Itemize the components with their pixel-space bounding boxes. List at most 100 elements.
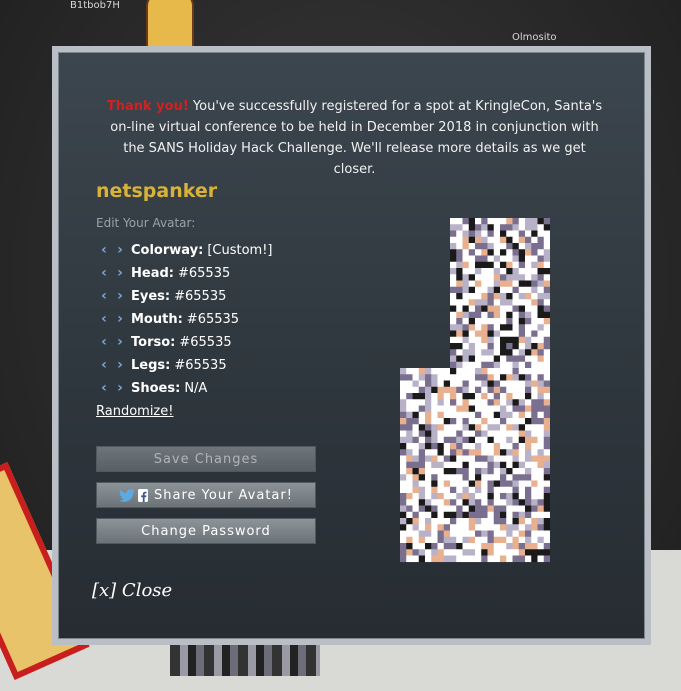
avatar-pixel (468, 505, 476, 513)
avatar-pixel (450, 418, 457, 425)
chevron-right-icon[interactable]: › (112, 265, 128, 281)
avatar-pixel (487, 543, 495, 550)
avatar-pixel (431, 499, 438, 506)
avatar-pixel (531, 511, 538, 519)
avatar-pixel (406, 555, 413, 563)
avatar-pixel (487, 405, 495, 413)
avatar-pixel (481, 280, 488, 288)
avatar-pixel (437, 543, 445, 550)
close-button[interactable]: [x] Close (92, 580, 172, 601)
avatar-pixel (518, 543, 526, 550)
chevron-left-icon[interactable]: ‹ (96, 334, 112, 350)
avatar-pixel (443, 411, 451, 419)
avatar-pixel (475, 461, 482, 469)
avatar-pixel (406, 474, 413, 481)
chevron-left-icon[interactable]: ‹ (96, 380, 112, 396)
avatar-pixel (506, 430, 513, 438)
avatar-pixel (543, 518, 550, 525)
avatar-pixel (512, 499, 520, 506)
avatar-pixel (450, 455, 457, 463)
avatar-pixel (531, 343, 538, 350)
avatar-pixel (400, 430, 407, 438)
avatar-pixel (506, 405, 513, 413)
avatar-pixel (468, 268, 476, 275)
attribute-value: #65535 (174, 357, 227, 373)
avatar-pixel (406, 430, 413, 438)
avatar-pixel (506, 380, 513, 388)
avatar-pixel (543, 349, 550, 356)
avatar-pixel (518, 368, 526, 375)
avatar-pixel (487, 255, 495, 263)
avatar-pixel (425, 474, 432, 481)
avatar-pixel (443, 486, 451, 494)
avatar-pixel (481, 474, 488, 481)
avatar-pixel (512, 361, 520, 369)
avatar-pixel (512, 324, 520, 331)
avatar-pixel (412, 368, 420, 375)
avatar-pixel (475, 524, 482, 531)
avatar-pixel (456, 249, 463, 256)
avatar-pixel (531, 355, 538, 363)
chevron-left-icon[interactable]: ‹ (96, 288, 112, 304)
chevron-left-icon[interactable]: ‹ (96, 242, 112, 258)
avatar-pixel (487, 274, 495, 281)
avatar-pixel (506, 249, 513, 256)
avatar-pixel (437, 511, 445, 519)
avatar-pixel (468, 224, 476, 231)
avatar-pixel (406, 493, 413, 500)
avatar-pixel (456, 218, 463, 225)
avatar-pixel (425, 393, 432, 400)
avatar-pixel (512, 405, 520, 413)
attribute-value: N/A (184, 380, 208, 396)
avatar-pixel (531, 230, 538, 238)
avatar-pixel (543, 411, 550, 419)
avatar-pixel (437, 380, 445, 388)
chevron-right-icon[interactable]: › (112, 357, 128, 373)
avatar-pixel (418, 424, 426, 431)
player-name-tag: Olmosito (512, 32, 557, 43)
avatar-pixel (418, 418, 426, 425)
chevron-left-icon[interactable]: ‹ (96, 265, 112, 281)
avatar-pixel (468, 243, 476, 250)
avatar-pixel (525, 274, 532, 281)
avatar-pixel (518, 230, 526, 238)
chevron-left-icon[interactable]: ‹ (96, 311, 112, 327)
avatar-pixel (512, 468, 520, 475)
avatar-pixel (500, 505, 507, 513)
avatar-pixel (512, 255, 520, 263)
avatar-pixel (406, 405, 413, 413)
avatar-pixel (425, 380, 432, 388)
chevron-right-icon[interactable]: › (112, 242, 128, 258)
avatar-pixel (468, 318, 476, 325)
chevron-right-icon[interactable]: › (112, 380, 128, 396)
avatar-pixel (531, 286, 538, 294)
change-password-button[interactable]: Change Password (96, 518, 316, 544)
avatar-pixel (443, 374, 451, 381)
avatar-pixel (512, 399, 520, 406)
avatar-pixel (468, 324, 476, 331)
avatar-pixel (475, 374, 482, 381)
avatar-pixel (418, 468, 426, 475)
attribute-value: #65535 (179, 334, 232, 350)
avatar-pixel (531, 274, 538, 281)
chevron-left-icon[interactable]: ‹ (96, 357, 112, 373)
avatar-pixel (406, 480, 413, 488)
share-avatar-button[interactable]: Share Your Avatar! (96, 482, 316, 508)
avatar-pixel (487, 336, 495, 344)
chevron-right-icon[interactable]: › (112, 288, 128, 304)
save-changes-button[interactable]: Save Changes (96, 446, 316, 472)
attribute-arrows: ‹ › (96, 265, 131, 281)
randomize-link[interactable]: Randomize! (96, 404, 173, 419)
avatar-pixel (493, 499, 501, 506)
chevron-right-icon[interactable]: › (112, 334, 128, 350)
chevron-right-icon[interactable]: › (112, 311, 128, 327)
avatar-pixel (468, 436, 476, 444)
avatar-pixel (475, 474, 482, 481)
avatar-pixel (537, 305, 545, 313)
avatar-pixel (493, 343, 501, 350)
avatar-pixel (543, 405, 550, 413)
avatar-pixel (462, 255, 470, 263)
avatar-pixel (512, 380, 520, 388)
avatar-pixel (437, 530, 445, 538)
avatar-pixel (512, 524, 520, 531)
